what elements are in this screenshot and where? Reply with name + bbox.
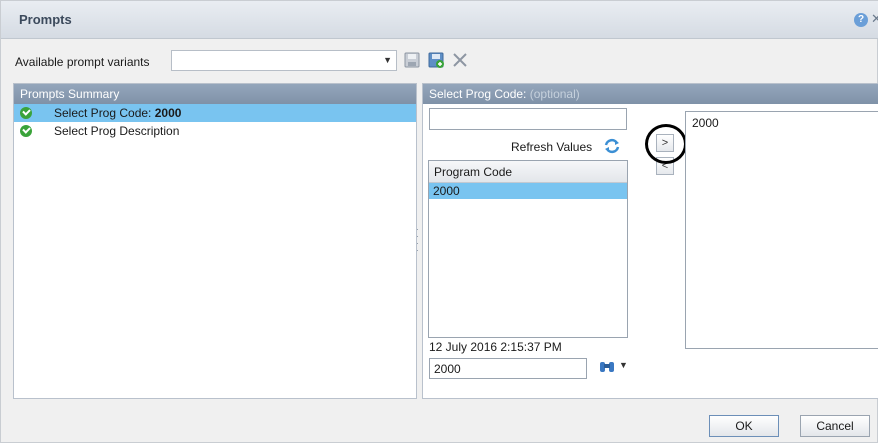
prompt-name: Select Prog Code: [429, 87, 527, 101]
binoculars-icon[interactable] [599, 360, 615, 374]
dialog-title: Prompts [19, 12, 72, 27]
summary-item-label: Select Prog Description [54, 124, 180, 138]
refresh-values-label: Refresh Values [511, 140, 593, 154]
help-icon[interactable]: ? [854, 13, 868, 27]
list-item[interactable]: 2000 [686, 112, 878, 134]
prompts-summary-panel: Prompts Summary Select Prog Code: 2000 S… [13, 83, 417, 399]
save-as-icon[interactable] [427, 51, 445, 69]
prompts-summary-header: Prompts Summary [14, 84, 416, 104]
summary-item-prog-code[interactable]: Select Prog Code: 2000 [14, 104, 416, 122]
manual-value-input[interactable]: 2000 [429, 358, 587, 379]
check-icon [20, 107, 32, 119]
search-input[interactable] [429, 108, 627, 130]
check-icon [20, 125, 32, 137]
prompt-variants-row: Available prompt variants ▼ [1, 49, 878, 73]
refresh-timestamp: 12 July 2016 2:15:37 PM [429, 340, 562, 354]
refresh-values-link[interactable]: Refresh Values [511, 138, 631, 156]
variants-select[interactable]: ▼ [171, 50, 397, 71]
save-icon[interactable] [403, 51, 421, 69]
chevron-down-icon: ▼ [383, 55, 392, 65]
delete-icon[interactable] [451, 51, 469, 69]
prompts-dialog: Prompts ? ✕ Available prompt variants ▼ … [0, 0, 878, 443]
program-code-list[interactable]: Program Code 2000 [428, 160, 628, 338]
list-item[interactable]: 2000 [429, 183, 627, 199]
cancel-button[interactable]: Cancel [800, 415, 870, 437]
selected-values-list[interactable]: 2000 [685, 111, 878, 349]
optional-tag: (optional) [529, 87, 580, 101]
variants-label: Available prompt variants [15, 55, 150, 69]
panel-splitter-handle[interactable]: · · · · [416, 225, 420, 256]
dialog-titlebar: Prompts ? ✕ [1, 1, 878, 39]
highlight-circle-annotation [645, 124, 687, 164]
summary-item-prog-description[interactable]: Select Prog Description [14, 122, 416, 140]
search-options-chevron-down-icon[interactable]: ▼ [619, 360, 628, 370]
summary-item-value: 2000 [154, 106, 182, 120]
refresh-icon[interactable] [603, 138, 621, 154]
prompt-detail-header: Select Prog Code: (optional) [423, 84, 878, 104]
ok-button[interactable]: OK [709, 415, 779, 437]
program-code-column-header[interactable]: Program Code [429, 161, 627, 183]
close-icon[interactable]: ✕ [871, 11, 878, 27]
summary-item-label: Select Prog Code: [54, 106, 155, 120]
